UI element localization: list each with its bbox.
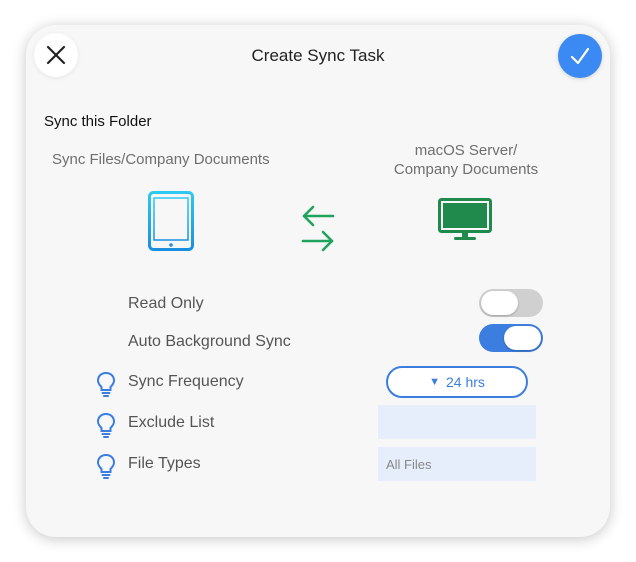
destination-path-line2: Company Documents [393,161,539,178]
tablet-icon [148,191,194,251]
lightbulb-icon [96,412,116,438]
confirm-button[interactable] [558,34,602,78]
frequency-label: Sync Frequency [128,373,244,390]
read-only-toggle[interactable] [479,289,543,317]
read-only-label: Read Only [128,295,204,312]
toggle-knob [481,291,518,315]
sync-arrows-icon [301,205,335,252]
auto-sync-label: Auto Background Sync [128,333,291,350]
frequency-hint[interactable] [96,371,116,402]
section-title: Sync this Folder [44,113,152,130]
exclude-label: Exclude List [128,414,215,431]
checkmark-icon [570,47,590,65]
destination-device [438,198,492,244]
lightbulb-icon [96,371,116,397]
destination-folder-path: macOS Server/ Company Documents [366,141,566,179]
source-device [148,191,194,251]
dialog-title: Create Sync Task [251,46,385,65]
monitor-icon [438,198,492,240]
dropdown-arrow-icon: ▼ [429,376,440,388]
auto-sync-toggle[interactable] [479,324,543,352]
toggle-knob [504,326,541,350]
frequency-select[interactable]: ▼ 24 hrs [386,366,528,398]
file-types-field[interactable]: All Files [378,447,536,481]
sync-direction [300,204,336,252]
destination-path-line1: macOS Server/ [414,142,518,159]
frequency-value: 24 hrs [445,374,485,390]
lightbulb-icon [96,453,116,479]
exclude-hint[interactable] [96,412,116,443]
source-folder-path: Sync Files/Company Documents [52,151,270,168]
exclude-list-field[interactable] [378,405,536,439]
file-types-hint[interactable] [96,453,116,484]
file-types-label: File Types [128,455,201,472]
